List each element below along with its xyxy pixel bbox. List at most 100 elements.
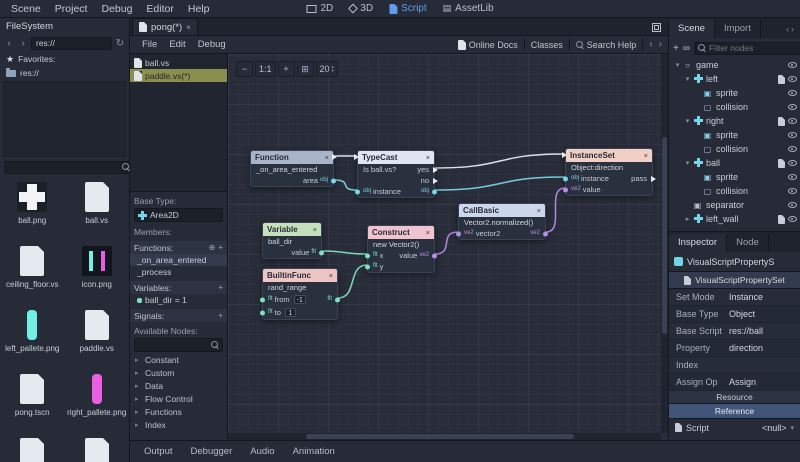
file-item[interactable] bbox=[0, 432, 65, 462]
scene-tree-row[interactable]: ▣sprite bbox=[669, 128, 800, 142]
graph-node-variable[interactable]: Variable×ball_dirvalueflt bbox=[262, 222, 322, 259]
scene-tree-row[interactable]: ▾ball bbox=[669, 156, 800, 170]
scene-tree-row[interactable]: ▣sprite bbox=[669, 170, 800, 184]
visibility-eye-icon[interactable] bbox=[788, 62, 797, 68]
node-category-item[interactable]: ▸Custom bbox=[130, 366, 227, 379]
workspace-script[interactable]: Script bbox=[383, 0, 433, 17]
node-close-icon[interactable]: × bbox=[537, 206, 541, 215]
zoom-out-button[interactable]: − bbox=[236, 61, 253, 77]
tab-node[interactable]: Node bbox=[727, 234, 769, 252]
favorites-tree-area[interactable] bbox=[3, 81, 126, 157]
menu-help[interactable]: Help bbox=[181, 0, 217, 17]
chevron-right-icon[interactable]: ▸ bbox=[135, 369, 142, 377]
online-docs-button[interactable]: Online Docs bbox=[458, 40, 518, 50]
filesystem-search-input[interactable] bbox=[8, 162, 119, 172]
property-value[interactable]: direction bbox=[729, 343, 800, 353]
visibility-eye-icon[interactable] bbox=[788, 160, 797, 166]
variables-section-header[interactable]: Variables: + bbox=[130, 281, 227, 294]
scene-tree-row[interactable]: ▾left bbox=[669, 72, 800, 86]
node-header[interactable]: CallBasic× bbox=[459, 204, 545, 217]
node-header[interactable]: Variable× bbox=[263, 223, 321, 236]
graph-node-instanceset[interactable]: InstanceSet×Object:directionobjinstancep… bbox=[565, 148, 653, 196]
chevron-right-icon[interactable]: ▸ bbox=[135, 421, 142, 429]
sequence-out-port[interactable] bbox=[433, 178, 438, 184]
tab-scene[interactable]: Scene bbox=[669, 20, 715, 38]
obj-port[interactable] bbox=[331, 178, 336, 183]
zoom-reset-button[interactable]: 1:1 bbox=[255, 61, 276, 77]
visibility-eye-icon[interactable] bbox=[788, 216, 797, 222]
file-item[interactable]: ceiling_floor.vs bbox=[0, 240, 65, 304]
menu-scene[interactable]: Scene bbox=[4, 0, 48, 17]
attached-script-icon[interactable] bbox=[778, 117, 785, 126]
chevron-right-icon[interactable]: ▸ bbox=[135, 395, 142, 403]
value-input[interactable]: 1 bbox=[285, 308, 296, 317]
tree-expand-icon[interactable]: ▾ bbox=[683, 159, 692, 167]
filter-nodes-box[interactable] bbox=[694, 42, 800, 55]
base-type-value[interactable]: Area2D bbox=[134, 208, 223, 222]
node-close-icon[interactable]: × bbox=[313, 225, 317, 234]
file-item[interactable]: paddle.vs bbox=[65, 304, 130, 368]
history-forward-icon[interactable]: › bbox=[659, 39, 662, 50]
tab-close-icon[interactable]: × bbox=[186, 23, 191, 32]
obj-port[interactable] bbox=[563, 176, 568, 181]
flt-port[interactable] bbox=[319, 250, 324, 255]
signals-section-header[interactable]: Signals: + bbox=[130, 309, 227, 322]
menu-editor[interactable]: Editor bbox=[139, 0, 180, 17]
node-category-item[interactable]: ▸Flow Control bbox=[130, 392, 227, 405]
visibility-eye-icon[interactable] bbox=[788, 132, 797, 138]
workspace-assetlib[interactable]: ▤AssetLib bbox=[437, 0, 500, 17]
node-header[interactable]: BuiltinFunc× bbox=[263, 269, 337, 282]
value-input[interactable]: -1 bbox=[294, 295, 306, 304]
tab-pong[interactable]: pong(*) × bbox=[132, 18, 198, 35]
scene-tree-row[interactable]: ▣sprite bbox=[669, 86, 800, 100]
file-item[interactable] bbox=[65, 432, 130, 462]
attached-script-icon[interactable] bbox=[778, 215, 785, 224]
flt-port[interactable] bbox=[260, 297, 265, 302]
chevron-right-icon[interactable]: ▸ bbox=[135, 408, 142, 416]
node-header[interactable]: InstanceSet× bbox=[566, 149, 652, 162]
visibility-eye-icon[interactable] bbox=[788, 118, 797, 124]
scene-tree-row[interactable]: ▸left_wall bbox=[669, 212, 800, 226]
nav-back-icon[interactable]: ‹ bbox=[3, 38, 15, 49]
sequence-out-port[interactable] bbox=[433, 167, 438, 173]
filesystem-search-box[interactable] bbox=[4, 161, 134, 174]
inspector-category[interactable]: VisualScriptPropertySet bbox=[669, 272, 800, 289]
tab-scroll-icons[interactable]: ‹› bbox=[786, 24, 800, 38]
node-category-item[interactable]: ▸Functions bbox=[130, 405, 227, 418]
file-item[interactable]: ball.vs bbox=[65, 176, 130, 240]
bottom-tab-audio[interactable]: Audio bbox=[241, 441, 283, 462]
tab-inspector[interactable]: Inspector bbox=[669, 234, 727, 252]
script-list-item[interactable]: paddle.vs(*) bbox=[130, 69, 227, 82]
functions-section-header[interactable]: Functions: ⊕+ bbox=[130, 241, 227, 254]
node-close-icon[interactable]: × bbox=[426, 153, 430, 162]
file-item[interactable]: icon.png bbox=[65, 240, 130, 304]
nodes-search-box[interactable] bbox=[134, 338, 223, 352]
file-item[interactable]: right_pallete.png bbox=[65, 368, 130, 432]
nav-forward-icon[interactable]: › bbox=[17, 38, 29, 49]
flt-port[interactable] bbox=[260, 310, 265, 315]
scene-tree-row[interactable]: ▢collision bbox=[669, 142, 800, 156]
scene-tree-row[interactable]: ▾right bbox=[669, 114, 800, 128]
file-item[interactable]: pong.tscn bbox=[0, 368, 65, 432]
property-value[interactable]: Object bbox=[729, 309, 800, 319]
tab-import[interactable]: Import bbox=[715, 20, 761, 38]
visibility-eye-icon[interactable] bbox=[788, 174, 797, 180]
workspace-2d[interactable]: 2D bbox=[300, 0, 339, 17]
attached-script-icon[interactable] bbox=[778, 159, 785, 168]
add-node-button[interactable]: + bbox=[673, 43, 679, 54]
chevron-right-icon[interactable]: ▸ bbox=[135, 382, 142, 390]
section-resource[interactable]: Resource bbox=[669, 391, 800, 404]
vec2-port[interactable] bbox=[563, 187, 568, 192]
attached-script-icon[interactable] bbox=[778, 75, 785, 84]
instance-scene-button[interactable]: ∞ bbox=[683, 43, 690, 54]
path-breadcrumb[interactable]: res:// bbox=[31, 37, 112, 50]
favorite-root-item[interactable]: res:// bbox=[0, 66, 129, 80]
vec2-port[interactable] bbox=[432, 253, 437, 258]
scene-tree-row[interactable]: ▢collision bbox=[669, 184, 800, 198]
node-header[interactable]: Construct× bbox=[368, 226, 434, 239]
visibility-eye-icon[interactable] bbox=[788, 90, 797, 96]
flt-port[interactable] bbox=[335, 297, 340, 302]
function-item[interactable]: _on_area_entered bbox=[130, 254, 227, 266]
snap-step-spinbox[interactable]: 20 ▴▾ bbox=[316, 61, 338, 77]
visibility-eye-icon[interactable] bbox=[788, 146, 797, 152]
